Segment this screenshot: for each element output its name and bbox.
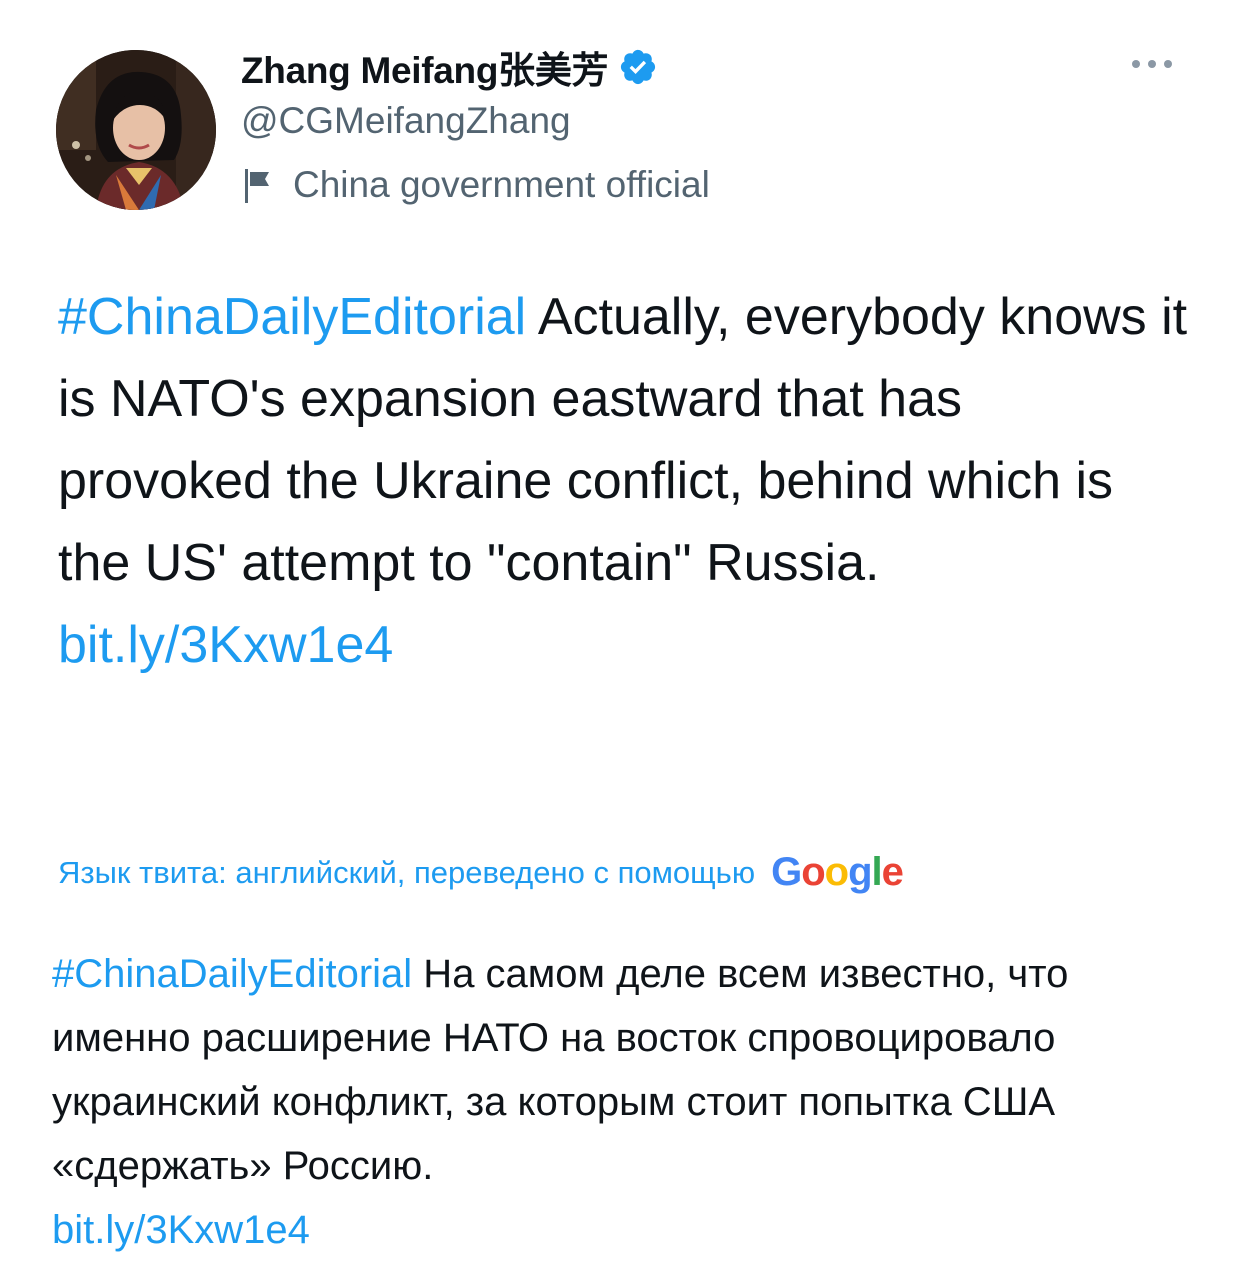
tweet-url-link[interactable]: bit.ly/3Kxw1e4 bbox=[58, 616, 393, 674]
translation-notice-text[interactable]: Язык твита: английский, переведено с пом… bbox=[58, 855, 755, 891]
verified-badge-icon bbox=[618, 47, 658, 87]
translated-hashtag-link[interactable]: #ChinaDailyEditorial bbox=[52, 952, 412, 996]
translated-body: #ChinaDailyEditorial На самом деле всем … bbox=[52, 942, 1202, 1262]
avatar-image bbox=[56, 50, 216, 210]
translated-url-link[interactable]: bit.ly/3Kxw1e4 bbox=[52, 1208, 310, 1252]
affiliation-text: China government official bbox=[293, 164, 710, 205]
flag-icon bbox=[241, 165, 275, 205]
user-handle[interactable]: @CGMeifangZhang bbox=[241, 100, 571, 142]
display-name[interactable]: Zhang Meifang张美芳 bbox=[241, 40, 609, 94]
more-options-button[interactable] bbox=[1124, 48, 1180, 80]
translation-notice: Язык твита: английский, переведено с пом… bbox=[58, 850, 904, 895]
tweet-body: #ChinaDailyEditorial Actually, everybody… bbox=[58, 276, 1188, 686]
more-options-icon bbox=[1132, 60, 1172, 68]
name-row: Zhang Meifang张美芳 bbox=[241, 42, 658, 92]
tweet-header: Zhang Meifang张美芳 @CGMeifangZhang China g… bbox=[0, 0, 1233, 240]
affiliation-label: China government official bbox=[241, 164, 710, 206]
google-logo: Google bbox=[771, 850, 904, 894]
hashtag-link[interactable]: #ChinaDailyEditorial bbox=[58, 288, 526, 346]
avatar[interactable] bbox=[56, 50, 216, 210]
